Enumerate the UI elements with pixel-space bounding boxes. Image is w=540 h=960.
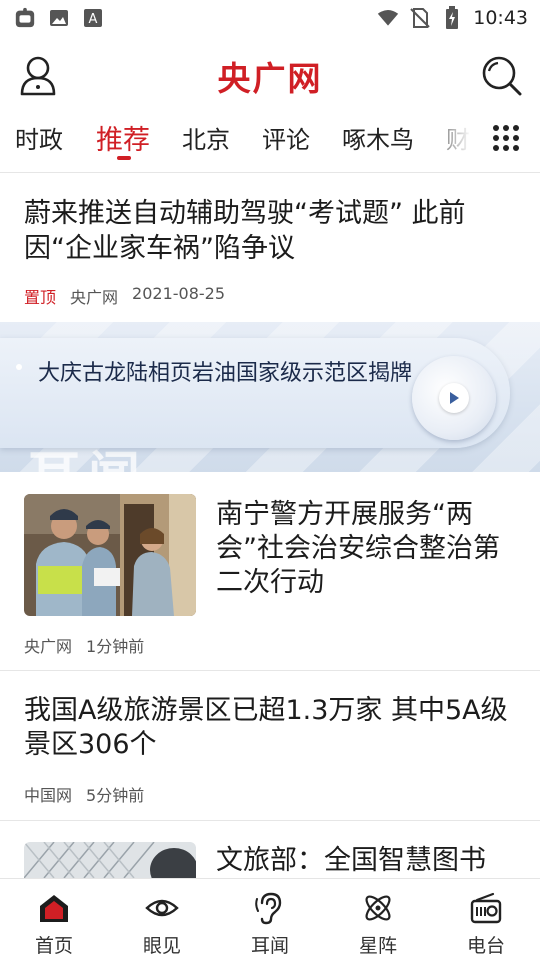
svg-text:A: A (89, 12, 98, 27)
status-time: 10:43 (473, 7, 528, 29)
bottom-nav: 首页 眼见 耳闻 星阵 电台 (0, 878, 540, 960)
status-right: 10:43 (377, 6, 528, 29)
play-icon[interactable] (439, 383, 469, 413)
banner-card[interactable]: 大庆古龙陆相页岩油国家级示范区揭牌 (0, 338, 510, 448)
radio-icon (470, 892, 502, 924)
status-bar: A 10:43 (0, 0, 540, 36)
ear-icon (255, 892, 282, 925)
nav-label: 眼见 (142, 935, 181, 957)
news-thumbnail-police[interactable] (24, 494, 196, 616)
pinned-meta: 置顶 央广网 2021-08-25 (24, 284, 225, 308)
banner-title[interactable]: 大庆古龙陆相页岩油国家级示范区揭牌 (38, 360, 418, 388)
pinned-article[interactable]: 蔚来推送自动辅助驾驶“考试题” 此前因“企业家车祸”陷争议 (24, 196, 520, 266)
news-meta: 中国网 5分钟前 (24, 782, 144, 806)
eye-icon (145, 899, 179, 917)
tab-woodpecker[interactable]: 啄木鸟 (342, 120, 414, 155)
atom-icon (365, 895, 391, 921)
search-icon[interactable] (480, 54, 524, 98)
grid-icon[interactable] (492, 124, 520, 152)
banner-dot (16, 364, 22, 370)
image-icon (48, 7, 70, 29)
app-logo: 央广网 (217, 59, 323, 98)
nav-label: 星阵 (358, 935, 397, 957)
nav-home[interactable]: 首页 (0, 879, 108, 960)
active-tab-indicator (117, 156, 131, 160)
tabs-divider (0, 172, 540, 173)
tabs-fade (420, 112, 478, 166)
news-title[interactable]: 我国A级旅游景区已超1.3万家 其中5A级景区306个 (24, 694, 520, 762)
tab-politics[interactable]: 时政 (15, 120, 63, 155)
news-time: 5分钟前 (86, 786, 145, 805)
tab-beijing[interactable]: 北京 (182, 120, 230, 155)
pinned-title[interactable]: 蔚来推送自动辅助驾驶“考试题” 此前因“企业家车祸”陷争议 (24, 196, 520, 266)
nav-ear[interactable]: 耳闻 (216, 879, 324, 960)
user-icon[interactable] (18, 54, 58, 98)
wifi-icon (377, 7, 399, 29)
pinned-date: 2021-08-25 (132, 284, 226, 303)
news-divider (0, 670, 540, 671)
news-thumbnail-library[interactable] (24, 842, 196, 878)
home-icon (40, 895, 68, 922)
news-meta: 央广网 1分钟前 (24, 633, 144, 657)
play-disc[interactable] (412, 356, 496, 440)
nav-label: 电台 (466, 935, 505, 957)
battery-charging-icon (441, 6, 463, 29)
nav-eye[interactable]: 眼见 (108, 879, 216, 960)
news-title[interactable]: 文旅部：全国智慧图书 (216, 844, 516, 878)
audio-banner[interactable]: 耳闻 大庆古龙陆相页岩油国家级示范区揭牌 (0, 322, 540, 472)
nav-radio[interactable]: 电台 (432, 879, 540, 960)
channel-tabs: 时政 推荐 北京 评论 啄木鸟 财经 (0, 112, 540, 166)
app-notification-icon (14, 7, 36, 29)
tab-commentary[interactable]: 评论 (262, 120, 310, 155)
font-icon: A (82, 7, 104, 29)
tab-recommended[interactable]: 推荐 (96, 118, 150, 157)
news-source: 央广网 (24, 637, 73, 656)
status-left: A (14, 7, 104, 29)
news-time: 1分钟前 (86, 637, 145, 656)
pinned-source: 央广网 (70, 288, 119, 307)
no-sim-icon (409, 7, 431, 29)
nav-label: 耳闻 (250, 935, 289, 957)
news-title[interactable]: 南宁警方开展服务“两会”社会治安综合整治第二次行动 (216, 498, 516, 600)
nav-label: 首页 (34, 935, 73, 957)
pinned-tag: 置顶 (24, 288, 57, 307)
news-divider (0, 820, 540, 821)
news-source: 中国网 (24, 786, 73, 805)
nav-star-array[interactable]: 星阵 (324, 879, 432, 960)
app-header: 央广网 (0, 50, 540, 104)
tabs-scroll[interactable]: 时政 推荐 北京 评论 啄木鸟 财经 (0, 112, 478, 166)
